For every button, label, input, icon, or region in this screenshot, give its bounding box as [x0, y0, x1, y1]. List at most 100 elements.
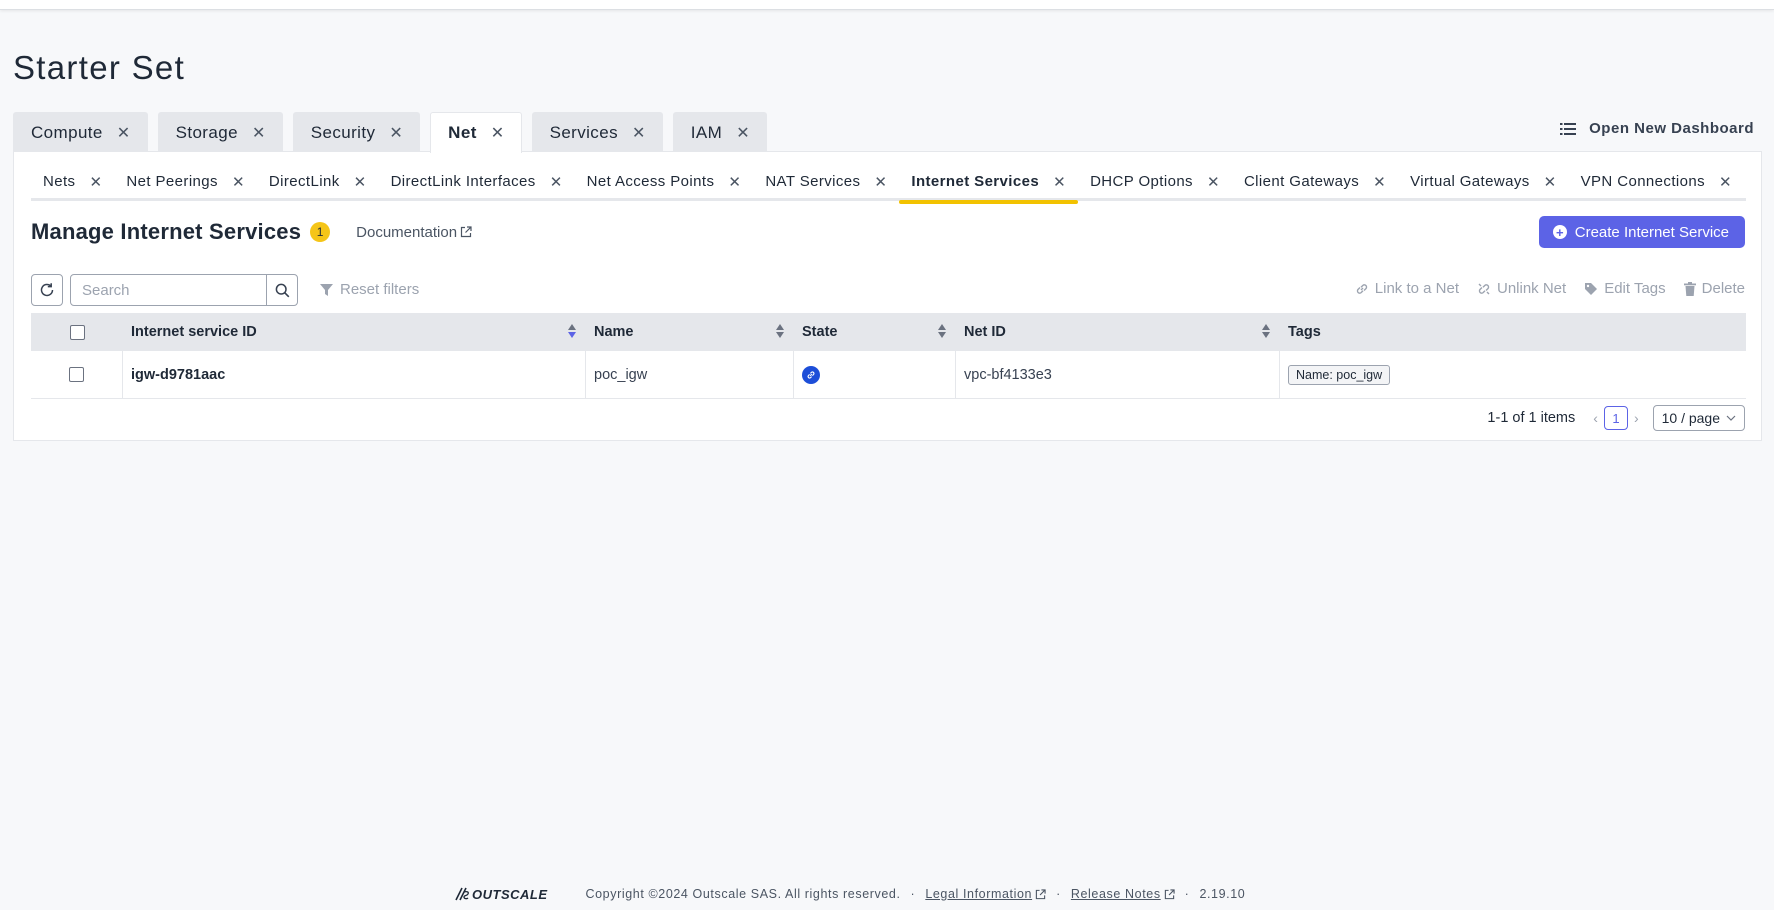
delete-button[interactable]: Delete — [1683, 280, 1745, 297]
sub-tab-label: Client Gateways — [1243, 173, 1360, 190]
reset-filters-label: Reset filters — [340, 281, 420, 298]
version: 2.19.10 — [1199, 887, 1246, 901]
link-to-net-label: Link to a Net — [1374, 280, 1459, 297]
table-row[interactable]: igw-d9781aac poc_igw vpc-bf4133e3 Name: … — [31, 351, 1746, 399]
page-number[interactable]: 1 — [1603, 406, 1628, 430]
cell-net-id: vpc-bf4133e3 — [956, 351, 1280, 398]
open-new-dashboard-button[interactable]: Open New Dashboard — [1560, 120, 1754, 137]
close-icon[interactable]: ✕ — [117, 123, 131, 143]
sub-tab-nets[interactable]: Nets ✕ — [31, 162, 114, 201]
top-bar — [0, 0, 1774, 10]
list-icon — [1560, 122, 1577, 135]
sub-tab-client-gateways[interactable]: Client Gateways ✕ — [1232, 162, 1398, 201]
page-size-select[interactable]: 10 / page — [1652, 405, 1745, 431]
tab-iam[interactable]: IAM ✕ — [672, 112, 768, 152]
sub-tab-net-peerings[interactable]: Net Peerings ✕ — [114, 162, 256, 201]
column-label: Name — [594, 324, 634, 340]
close-icon[interactable]: ✕ — [1719, 173, 1732, 191]
sub-tab-label: Net Access Points — [586, 173, 715, 190]
close-icon[interactable]: ✕ — [736, 123, 750, 143]
close-icon[interactable]: ✕ — [1207, 173, 1220, 191]
pagination: 1-1 of 1 items ‹ 1 › 10 / page — [1487, 405, 1745, 431]
sub-tabs: Nets ✕ Net Peerings ✕ DirectLink ✕ Direc… — [31, 162, 1746, 204]
footer-separator: · — [1184, 887, 1190, 901]
sort-icon[interactable] — [568, 324, 576, 338]
tab-security[interactable]: Security ✕ — [292, 112, 421, 152]
refresh-button[interactable] — [31, 274, 63, 306]
tab-label: Net — [448, 123, 477, 142]
close-icon[interactable]: ✕ — [1544, 173, 1557, 191]
documentation-link[interactable]: Documentation — [356, 224, 472, 241]
close-icon[interactable]: ✕ — [491, 123, 505, 143]
column-header-name[interactable]: Name — [586, 313, 794, 351]
cell-id: igw-d9781aac — [123, 351, 586, 398]
table-header: Internet service ID Name State Net ID Ta… — [31, 313, 1746, 351]
close-icon[interactable]: ✕ — [232, 173, 245, 191]
edit-tags-label: Edit Tags — [1604, 280, 1666, 297]
sub-tab-nat-services[interactable]: NAT Services ✕ — [753, 162, 899, 201]
tab-label: Security — [310, 122, 376, 142]
column-label: State — [802, 324, 838, 340]
search-box — [70, 274, 298, 306]
edit-tags-button[interactable]: Edit Tags — [1584, 280, 1666, 297]
column-header-tags: Tags — [1280, 313, 1746, 351]
close-icon[interactable]: ✕ — [1373, 173, 1386, 191]
sub-tab-label: Virtual Gateways — [1410, 173, 1530, 190]
tab-net[interactable]: Net ✕ — [430, 112, 522, 153]
tab-storage[interactable]: Storage ✕ — [157, 112, 283, 152]
internet-service-id[interactable]: igw-d9781aac — [131, 367, 225, 383]
column-header-id[interactable]: Internet service ID — [123, 313, 586, 351]
close-icon[interactable]: ✕ — [1053, 173, 1066, 191]
column-header-state[interactable]: State — [794, 313, 956, 351]
reset-filters-button[interactable]: Reset filters — [320, 281, 419, 298]
close-icon[interactable]: ✕ — [354, 173, 367, 191]
sub-tab-vpn-connections[interactable]: VPN Connections ✕ — [1569, 162, 1744, 201]
tab-compute[interactable]: Compute ✕ — [13, 112, 148, 152]
cell-tags: Name: poc_igw — [1280, 351, 1746, 398]
unlink-net-button[interactable]: Unlink Net — [1477, 280, 1566, 297]
prev-page-icon[interactable]: ‹ — [1593, 410, 1598, 426]
close-icon[interactable]: ✕ — [252, 123, 266, 143]
net-id: vpc-bf4133e3 — [964, 366, 1052, 383]
column-header-net-id[interactable]: Net ID — [956, 313, 1280, 351]
net-panel: Nets ✕ Net Peerings ✕ DirectLink ✕ Direc… — [13, 151, 1762, 441]
external-link-icon — [1164, 888, 1175, 899]
search-button[interactable] — [266, 275, 297, 305]
next-page-icon[interactable]: › — [1634, 410, 1639, 426]
sub-tab-virtual-gateways[interactable]: Virtual Gateways ✕ — [1398, 162, 1568, 201]
documentation-label: Documentation — [356, 223, 458, 241]
link-to-net-button[interactable]: Link to a Net — [1355, 280, 1459, 297]
select-all-checkbox[interactable] — [69, 324, 85, 340]
sort-icon[interactable] — [776, 324, 784, 338]
external-link-icon — [1035, 888, 1046, 899]
close-icon[interactable]: ✕ — [550, 173, 563, 191]
sub-tab-dhcp-options[interactable]: DHCP Options ✕ — [1078, 162, 1232, 201]
column-label: Net ID — [964, 324, 1006, 340]
section-title: Manage Internet Services — [31, 219, 302, 244]
search-input[interactable] — [71, 275, 266, 305]
create-button-label: Create Internet Service — [1574, 223, 1729, 241]
count-badge: 1 — [310, 222, 331, 242]
release-notes-link[interactable]: Release Notes — [1071, 887, 1175, 901]
sub-tab-directlink-interfaces[interactable]: DirectLink Interfaces ✕ — [379, 162, 575, 201]
close-icon[interactable]: ✕ — [389, 123, 403, 143]
row-checkbox[interactable] — [69, 367, 84, 382]
pagination-range: 1-1 of 1 items — [1487, 410, 1576, 426]
close-icon[interactable]: ✕ — [728, 173, 741, 191]
sort-icon[interactable] — [938, 324, 946, 338]
sub-tab-internet-services[interactable]: Internet Services ✕ — [899, 162, 1078, 204]
close-icon[interactable]: ✕ — [874, 173, 887, 191]
trash-icon — [1683, 281, 1696, 296]
sub-tab-label: DirectLink — [268, 173, 340, 190]
service-name: poc_igw — [594, 366, 648, 383]
footer-separator: · — [1056, 887, 1061, 901]
create-internet-service-button[interactable]: + Create Internet Service — [1538, 216, 1745, 248]
close-icon[interactable]: ✕ — [632, 123, 646, 143]
sort-icon[interactable] — [1262, 324, 1270, 338]
close-icon[interactable]: ✕ — [89, 173, 102, 191]
sub-tab-directlink[interactable]: DirectLink ✕ — [257, 162, 379, 201]
tab-services[interactable]: Services ✕ — [531, 112, 663, 152]
cell-state — [794, 351, 956, 398]
legal-information-link[interactable]: Legal Information — [925, 887, 1046, 901]
sub-tab-net-access-points[interactable]: Net Access Points ✕ — [575, 162, 754, 201]
